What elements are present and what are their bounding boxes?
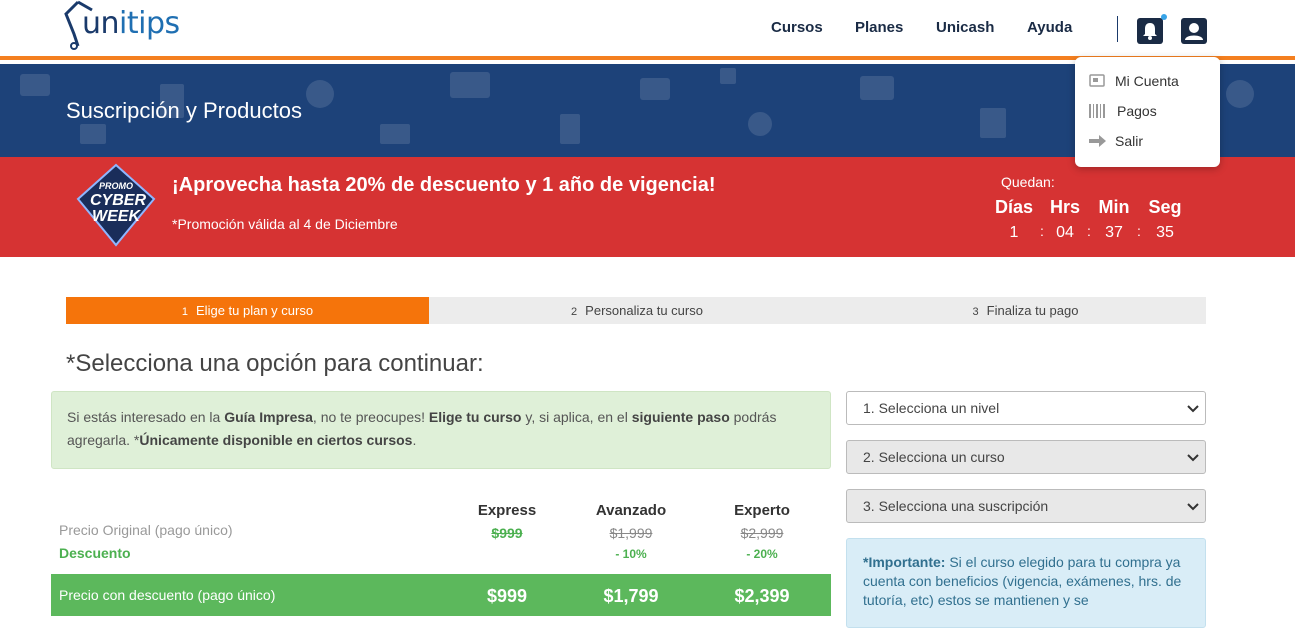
menu-item-pagos[interactable]: Pagos: [1089, 103, 1157, 119]
plan-avanzado-final-price[interactable]: $1,799: [566, 586, 696, 607]
countdown-days-value: 1: [1009, 224, 1019, 241]
top-navbar: unitips Cursos Planes Unicash Ayuda: [0, 0, 1295, 60]
svg-text:CYBER: CYBER: [90, 192, 146, 209]
nav-unicash[interactable]: Unicash: [936, 19, 994, 36]
discounted-price-row: Precio con descuento (pago único) $999 $…: [51, 574, 831, 616]
countdown-days-label: Días: [994, 197, 1034, 217]
plan-experto-name: Experto: [734, 502, 790, 519]
countdown-hours-value: 04: [1056, 224, 1074, 241]
account-dropdown: Mi Cuenta Pagos Salir: [1075, 57, 1220, 167]
plan-avanzado-name: Avanzado: [595, 502, 667, 519]
plan-avanzado-discount: - 10%: [615, 547, 647, 561]
section-title: *Selecciona una opción para continuar:: [66, 350, 484, 377]
printed-guide-info: Si estás interesado en la Guía Impresa, …: [51, 391, 831, 469]
menu-item-mi-cuenta[interactable]: Mi Cuenta: [1089, 73, 1179, 89]
step-3: 3 Finaliza tu pago: [972, 303, 1079, 318]
discount-label: Descuento: [59, 545, 131, 561]
countdown-hours-label: Hrs: [1049, 197, 1080, 217]
checkout-steps: 1 Elige tu plan y curso 2 Personaliza tu c…: [66, 297, 1206, 324]
plan-experto-discount: - 20%: [746, 547, 778, 561]
countdown-seconds-label: Seg: [1148, 197, 1182, 217]
page-title: Suscripción y Productos: [66, 98, 302, 123]
step-2: 2 Personaliza tu curso: [571, 303, 703, 318]
plan-experto-final-price[interactable]: $2,399: [697, 586, 827, 607]
barcode-icon: [1089, 104, 1105, 118]
logout-arrow-icon: [1089, 135, 1106, 147]
plan-avanzado-original-price: $1,999: [609, 525, 653, 541]
account-card-icon: [1089, 74, 1105, 87]
level-select[interactable]: 1. Selecciona un nivel: [846, 391, 1206, 425]
countdown-minutes-value: 37: [1105, 224, 1123, 241]
chevron-down-icon: [1187, 454, 1199, 462]
nav-cursos[interactable]: Cursos: [771, 19, 823, 36]
nav-divider: [1117, 16, 1118, 42]
chevron-down-icon: [1187, 503, 1199, 511]
important-notice: *Importante: Si el curso elegido para tu…: [846, 538, 1206, 628]
countdown-label: Quedan:: [1001, 174, 1055, 190]
original-price-label: Precio Original (pago único): [59, 522, 233, 538]
promo-title: ¡Aprovecha hasta 20% de descuento y 1 añ…: [172, 174, 716, 196]
plan-experto-original-price: $2,999: [740, 525, 784, 541]
bell-icon[interactable]: [1137, 18, 1163, 44]
subscription-select[interactable]: 3. Selecciona una suscripción: [846, 489, 1206, 523]
menu-item-salir[interactable]: Salir: [1089, 133, 1143, 149]
svg-text:WEEK: WEEK: [92, 208, 141, 225]
plan-express-name: Express: [477, 502, 537, 519]
countdown-seconds-value: 35: [1156, 224, 1174, 241]
promo-note: *Promoción válida al 4 de Diciembre: [172, 216, 398, 232]
promo-banner: PROMO CYBER WEEK ¡Aprovecha hasta 20% de…: [0, 157, 1295, 257]
user-icon[interactable]: [1181, 18, 1207, 44]
discounted-price-label: Precio con descuento (pago único): [59, 587, 276, 603]
svg-text:PROMO: PROMO: [99, 181, 133, 191]
step-1[interactable]: 1 Elige tu plan y curso: [66, 297, 429, 324]
plan-express-original-price: $999: [491, 525, 523, 541]
chevron-down-icon: [1187, 405, 1199, 413]
nav-ayuda[interactable]: Ayuda: [1027, 19, 1072, 36]
plan-express-final-price[interactable]: $999: [442, 586, 572, 607]
cyber-week-badge: PROMO CYBER WEEK: [76, 163, 156, 247]
logo-text: unitips: [82, 6, 180, 41]
unitips-logo[interactable]: unitips: [64, 0, 180, 54]
countdown-minutes-label: Min: [1098, 197, 1130, 217]
course-select[interactable]: 2. Selecciona un curso: [846, 440, 1206, 474]
nav-planes[interactable]: Planes: [855, 19, 903, 36]
notification-dot: [1161, 14, 1167, 20]
